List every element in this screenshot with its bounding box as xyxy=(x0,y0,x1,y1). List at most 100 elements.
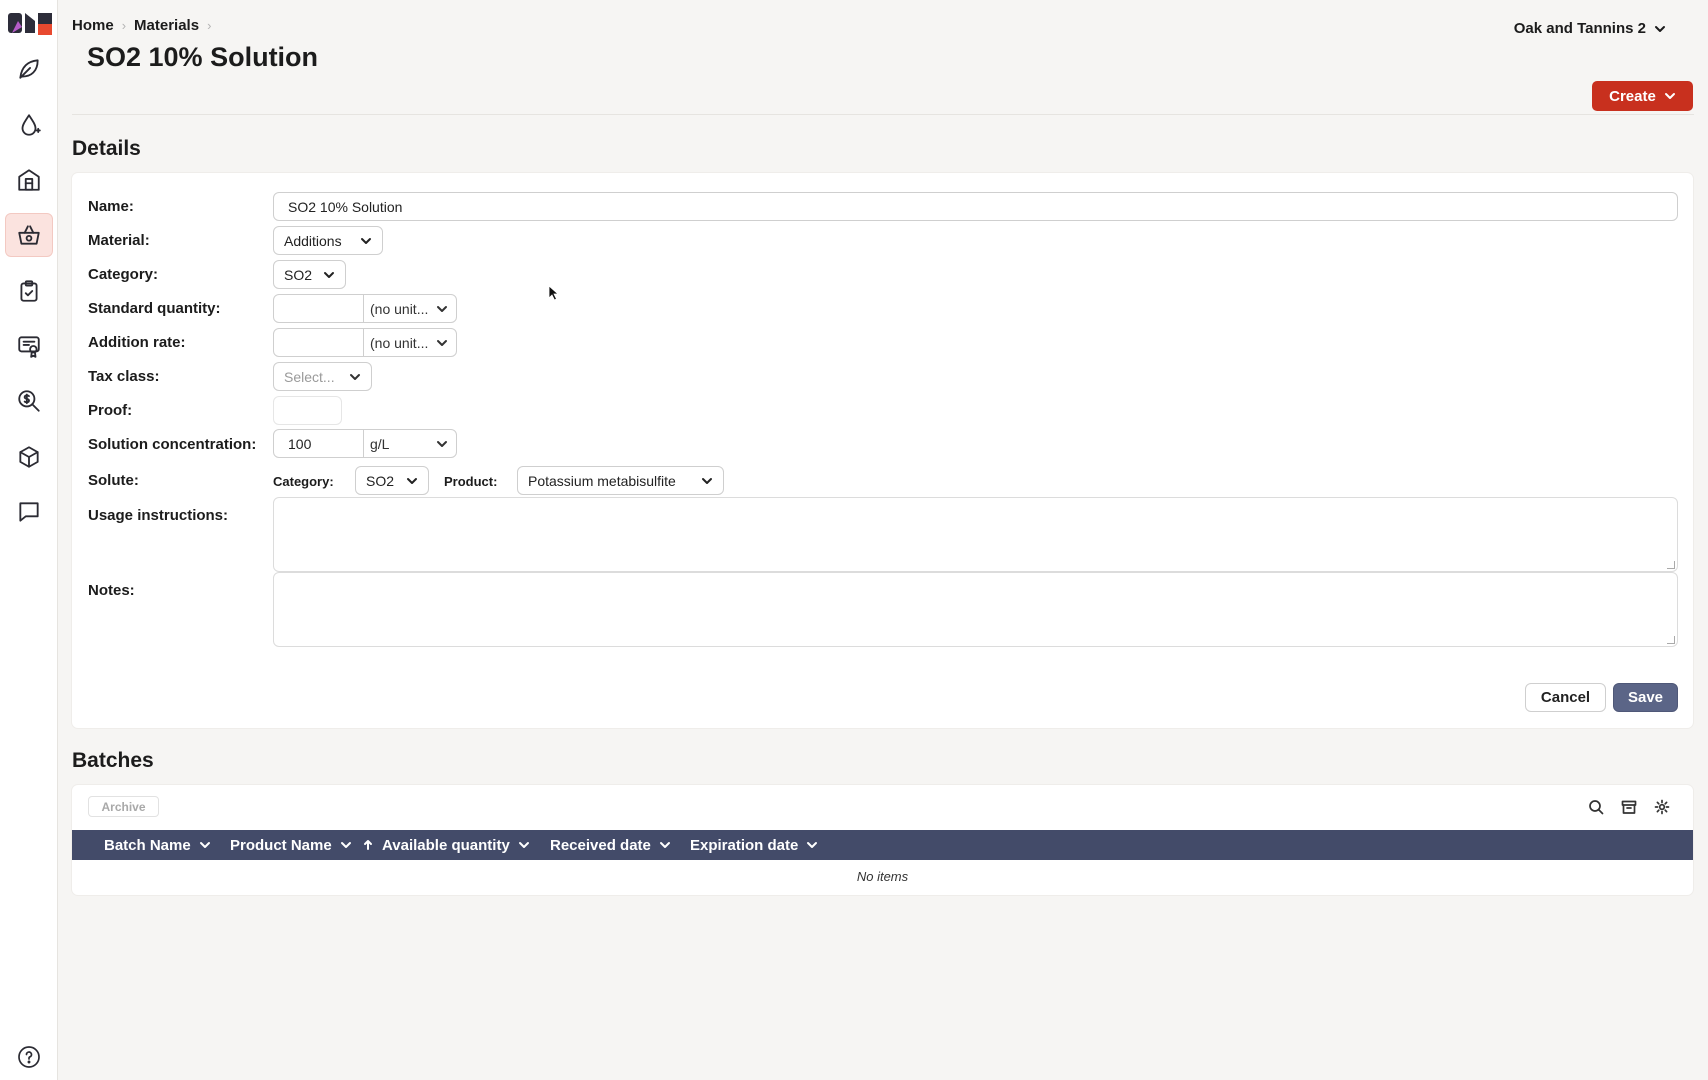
addition-rate-unit-value: (no unit... xyxy=(370,334,429,351)
chevron-down-icon xyxy=(437,305,447,312)
winery-icon xyxy=(18,169,40,191)
sidebar-item-winery[interactable] xyxy=(5,158,53,202)
column-batch-name[interactable]: Batch Name xyxy=(104,830,211,860)
column-expiration-date[interactable]: Expiration date xyxy=(690,830,818,860)
create-button-label: Create xyxy=(1609,87,1656,105)
addition-rate-input[interactable] xyxy=(274,329,364,356)
empty-state-text: No items xyxy=(856,869,909,884)
chevron-down-icon xyxy=(518,842,529,848)
standard-quantity-field: (no unit... xyxy=(273,294,457,323)
column-label: Expiration date xyxy=(690,836,799,854)
column-received-date[interactable]: Received date xyxy=(550,830,671,860)
solute-product-select[interactable]: Potassium metabisulfite xyxy=(517,466,724,495)
chevron-right-icon: › xyxy=(121,18,127,33)
material-select[interactable]: Additions xyxy=(273,226,383,255)
dollar-search-icon xyxy=(18,390,40,412)
proof-input[interactable] xyxy=(273,396,342,425)
sidebar-item-tasks[interactable] xyxy=(5,269,53,313)
chevron-down-icon xyxy=(407,477,417,484)
archive-button[interactable]: Archive xyxy=(88,796,159,817)
notes-textarea[interactable] xyxy=(273,572,1678,647)
save-button[interactable]: Save xyxy=(1613,683,1678,712)
usage-instructions-textarea[interactable] xyxy=(273,497,1678,572)
basket-icon xyxy=(18,225,40,245)
chevron-down-icon xyxy=(1655,25,1665,32)
sidebar-item-costing[interactable] xyxy=(5,379,53,423)
archive-view-button[interactable] xyxy=(1619,797,1639,817)
sidebar-item-inventory[interactable] xyxy=(5,435,53,479)
search-button[interactable] xyxy=(1586,797,1606,817)
chat-icon xyxy=(19,502,39,522)
chevron-down-icon xyxy=(324,271,334,278)
solution-concentration-input[interactable]: 100 xyxy=(274,430,364,457)
chevron-down-icon xyxy=(659,842,670,848)
header-divider xyxy=(72,114,1694,115)
cancel-button[interactable]: Cancel xyxy=(1525,683,1606,712)
addition-rate-label: Addition rate: xyxy=(88,334,186,351)
column-label: Received date xyxy=(550,836,651,854)
solution-concentration-unit-select[interactable]: g/L xyxy=(364,430,456,457)
chevron-down-icon xyxy=(437,440,447,447)
chevron-down-icon xyxy=(807,842,818,848)
standard-quantity-unit-value: (no unit... xyxy=(370,300,429,317)
category-value: SO2 xyxy=(284,266,313,283)
usage-instructions-label: Usage instructions: xyxy=(88,507,229,524)
column-product-name[interactable]: Product Name xyxy=(230,830,352,860)
tax-class-label: Tax class: xyxy=(88,368,160,385)
column-available-quantity[interactable]: Available quantity xyxy=(362,830,530,860)
chevron-down-icon xyxy=(361,237,371,244)
breadcrumb-materials[interactable]: Materials xyxy=(134,17,199,34)
help-button[interactable] xyxy=(17,1045,41,1069)
mouse-cursor-icon xyxy=(548,285,560,301)
solution-concentration-field: 100 g/L xyxy=(273,429,457,458)
tax-class-placeholder: Select... xyxy=(284,368,335,385)
chevron-down-icon xyxy=(437,339,447,346)
sidebar-item-compliance[interactable] xyxy=(5,324,53,368)
help-icon xyxy=(18,1046,40,1068)
sidebar-item-messages[interactable] xyxy=(5,490,53,534)
addition-rate-field: (no unit... xyxy=(273,328,457,357)
column-label: Available quantity xyxy=(382,836,510,854)
batches-table-header: Batch Name Product Name Available quanti… xyxy=(72,830,1693,860)
chevron-down-icon xyxy=(702,477,712,484)
solute-product-value: Potassium metabisulfite xyxy=(528,472,676,489)
details-section-title: Details xyxy=(72,137,141,160)
create-button[interactable]: Create xyxy=(1592,81,1693,111)
resize-handle[interactable] xyxy=(1667,636,1675,644)
settings-button[interactable] xyxy=(1652,797,1672,817)
standard-quantity-unit-select[interactable]: (no unit... xyxy=(364,295,456,322)
search-icon xyxy=(1589,800,1604,815)
addition-rate-unit-select[interactable]: (no unit... xyxy=(364,329,456,356)
standard-quantity-label: Standard quantity: xyxy=(88,300,221,317)
clipboard-check-icon xyxy=(20,280,38,302)
archive-box-icon xyxy=(1621,800,1637,814)
batches-section-title: Batches xyxy=(72,749,154,772)
category-label: Category: xyxy=(88,266,159,283)
solute-category-select[interactable]: SO2 xyxy=(355,466,429,495)
material-value: Additions xyxy=(284,232,342,249)
standard-quantity-input[interactable] xyxy=(274,295,364,322)
breadcrumb-home[interactable]: Home xyxy=(72,17,114,34)
sidebar-item-production[interactable] xyxy=(5,103,53,147)
name-input[interactable]: SO2 10% Solution xyxy=(273,192,1678,221)
page-title: SO2 10% Solution xyxy=(87,42,319,72)
chevron-down-icon xyxy=(1664,93,1675,99)
chevron-right-icon: › xyxy=(207,18,212,33)
solute-label: Solute: xyxy=(88,472,139,489)
category-select[interactable]: SO2 xyxy=(273,260,346,289)
sidebar-item-materials[interactable] xyxy=(5,213,53,257)
leaf-icon xyxy=(19,59,39,79)
breadcrumb: Home › Materials › xyxy=(72,17,211,34)
sidebar-item-vineyard[interactable] xyxy=(5,47,53,91)
proof-label: Proof: xyxy=(88,402,133,419)
chevron-down-icon xyxy=(199,842,210,848)
drop-icon xyxy=(21,114,41,136)
tax-class-select[interactable]: Select... xyxy=(273,362,372,391)
notes-label: Notes: xyxy=(88,582,135,599)
resize-handle[interactable] xyxy=(1667,561,1675,569)
column-label: Batch Name xyxy=(104,836,191,854)
sidebar xyxy=(0,0,58,1080)
org-switcher[interactable]: Oak and Tannins 2 xyxy=(1514,20,1666,37)
chevron-down-icon xyxy=(340,842,351,848)
app-logo[interactable] xyxy=(8,11,52,37)
